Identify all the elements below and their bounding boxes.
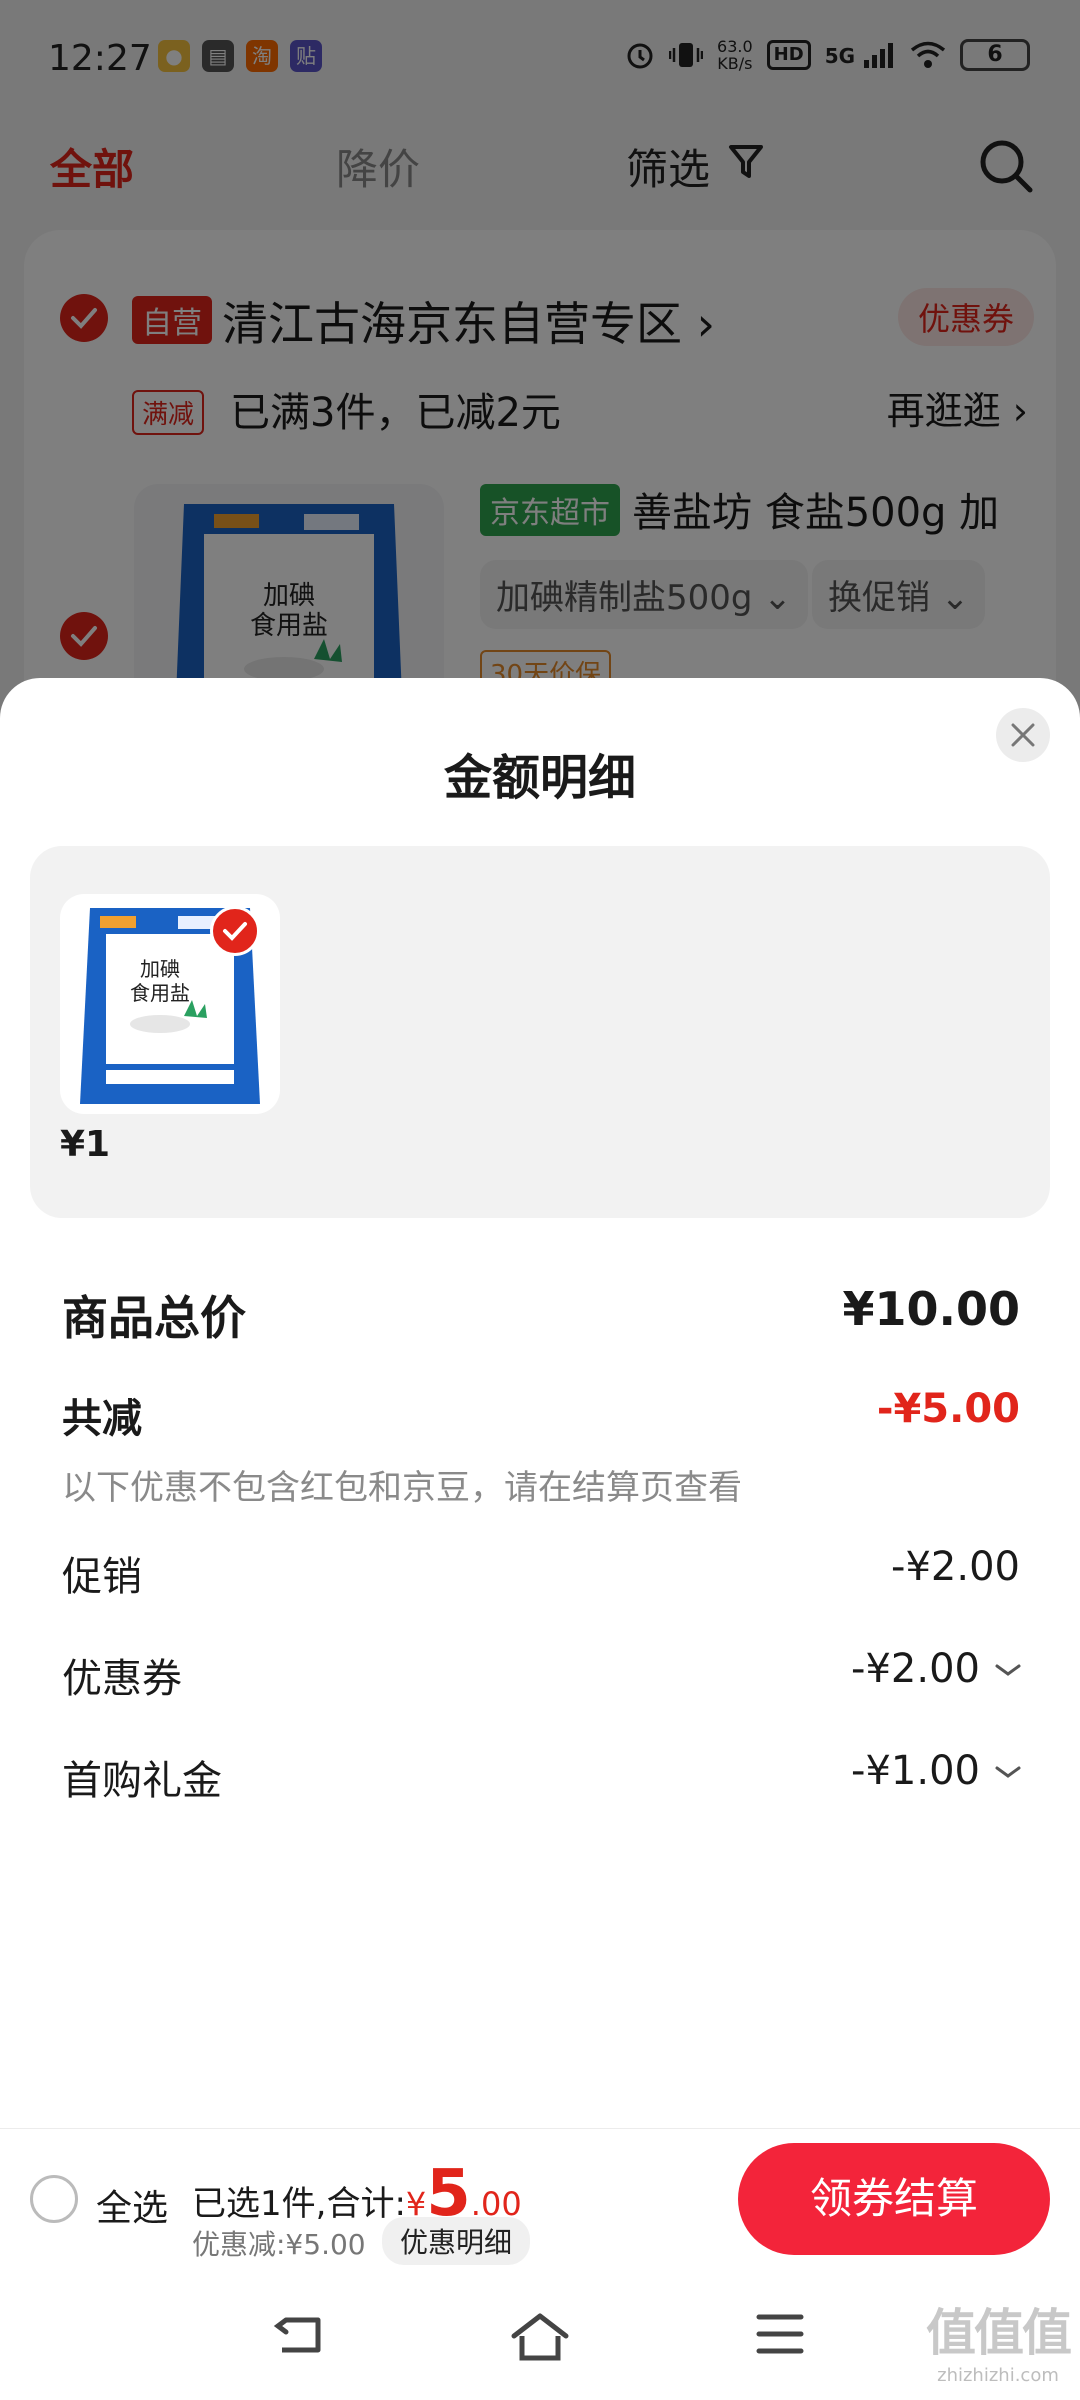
gift-label: 首购礼金 bbox=[62, 1758, 222, 1804]
total-price-label: 商品总价 bbox=[62, 1291, 246, 1345]
total-reduction-label: 共减 bbox=[62, 1396, 142, 1442]
back-icon[interactable] bbox=[272, 2312, 328, 2360]
sheet-title: 金额明细 bbox=[443, 750, 636, 806]
chevron-down-icon[interactable] bbox=[994, 1662, 1022, 1678]
select-all-label[interactable]: 全选 bbox=[96, 2179, 168, 2231]
modal-overlay[interactable] bbox=[0, 0, 1080, 720]
promotion-value: -¥2.00 bbox=[891, 1544, 1020, 1590]
item-selected-checkbox[interactable] bbox=[210, 906, 260, 956]
select-all-checkbox[interactable] bbox=[30, 2175, 78, 2223]
discount-note: 以下优惠不包含红包和京豆，请在结算页查看 bbox=[62, 1468, 742, 1508]
total-reduction-value: -¥5.00 bbox=[876, 1386, 1020, 1432]
checkout-bar: 全选 已选1件,合计:¥5.00 优惠减:¥5.00 优惠明细 领券结算 bbox=[0, 2128, 1080, 2274]
amount-detail-sheet: 金额明细 加碘 食用盐 ¥1 商品总价 ¥10.00 共减 -¥5.00 以下优… bbox=[0, 678, 1080, 2128]
discount-detail-button[interactable]: 优惠明细 bbox=[382, 2217, 531, 2265]
watermark-url: zhizhizhi.com bbox=[937, 2365, 1059, 2386]
menu-icon[interactable] bbox=[756, 2312, 804, 2356]
checkout-button[interactable]: 领券结算 bbox=[738, 2143, 1050, 2255]
svg-text:食用盐: 食用盐 bbox=[130, 981, 190, 1005]
discount-summary: 优惠减:¥5.00 bbox=[192, 2228, 366, 2261]
coupon-value: -¥2.00 bbox=[851, 1646, 980, 1692]
selected-item-price: ¥1 bbox=[60, 1124, 111, 1165]
total-price-value: ¥10.00 bbox=[842, 1282, 1020, 1336]
close-icon bbox=[1011, 723, 1035, 747]
gift-value: -¥1.00 bbox=[851, 1748, 980, 1794]
watermark-logo: 值值值 bbox=[926, 2304, 1072, 2362]
selected-items-box: 加碘 食用盐 ¥1 bbox=[30, 846, 1050, 1218]
site-watermark: 值值值 zhizhizhi.com bbox=[926, 2293, 1072, 2386]
coupon-label: 优惠券 bbox=[62, 1656, 182, 1702]
system-nav-bar: 值值值 zhizhizhi.com bbox=[0, 2274, 1080, 2400]
selected-count-text: 已选1件,合计: bbox=[192, 2184, 406, 2224]
chevron-down-icon[interactable] bbox=[994, 1764, 1022, 1780]
close-button[interactable] bbox=[996, 708, 1050, 762]
home-icon[interactable] bbox=[510, 2312, 570, 2362]
svg-text:加碘: 加碘 bbox=[140, 957, 180, 981]
promotion-label: 促销 bbox=[62, 1554, 142, 1600]
